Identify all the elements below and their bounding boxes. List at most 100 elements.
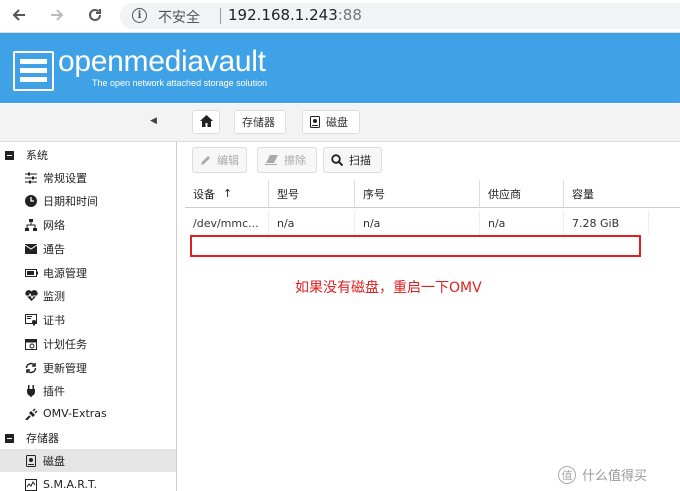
url-port: :88	[337, 6, 362, 24]
cell-device: /dev/mmc...	[185, 211, 269, 235]
cell-serial: n/a	[355, 211, 480, 235]
edit-button[interactable]: 编辑	[192, 147, 247, 173]
sidebar-item-network[interactable]: 网络	[0, 213, 176, 236]
network-icon	[24, 218, 38, 232]
search-icon	[331, 154, 343, 166]
sidebar-item-label: OMV-Extras	[43, 407, 107, 420]
sort-ascending-icon: ↑	[223, 187, 233, 200]
cell-model: n/a	[269, 211, 355, 235]
calendar-icon	[24, 337, 38, 351]
smart-icon	[24, 478, 38, 491]
back-arrow-icon[interactable]	[8, 4, 30, 26]
sliders-icon	[24, 171, 38, 185]
cell-vendor: n/a	[480, 211, 564, 235]
highlight-box	[190, 235, 641, 257]
sidebar-item-smart[interactable]: S.M.A.R.T.	[0, 473, 176, 491]
sidebar-item-label: 计划任务	[43, 337, 87, 351]
breadcrumb-disks-label: 磁盘	[326, 116, 348, 129]
app-name: openmediavault	[58, 45, 266, 78]
sidebar-item-certificates[interactable]: 证书	[0, 308, 176, 331]
column-header-serial[interactable]: 序号	[355, 180, 480, 208]
envelope-icon	[24, 242, 38, 256]
sidebar-item-label: 更新管理	[43, 361, 87, 375]
sidebar-item-label: S.M.A.R.T.	[43, 478, 97, 491]
collapse-icon[interactable]	[5, 433, 14, 443]
watermark-text: 什么值得买	[582, 469, 648, 484]
reload-icon[interactable]	[84, 4, 106, 26]
nav-group-label: 系统	[26, 149, 48, 162]
url-text[interactable]: 192.168.1.243:88	[228, 6, 362, 24]
app-header: openmediavault The open network attached…	[0, 33, 680, 103]
plug-icon	[24, 407, 38, 421]
info-icon[interactable]: i	[132, 8, 147, 23]
security-label[interactable]: 不安全	[158, 7, 200, 27]
sidebar-item-update-management[interactable]: 更新管理	[0, 356, 176, 379]
breadcrumb-disks[interactable]: 磁盘	[302, 110, 360, 134]
refresh-icon	[24, 361, 38, 375]
logo-icon	[13, 51, 54, 91]
sidebar-item-label: 插件	[43, 384, 65, 398]
column-header-label: 设备	[193, 187, 215, 201]
annotation-text: 如果没有磁盘，重启一下OMV	[295, 280, 482, 296]
sidebar-item-plugins[interactable]: 插件	[0, 379, 176, 402]
column-header-vendor[interactable]: 供应商	[480, 180, 564, 208]
sidebar-item-label: 常规设置	[43, 171, 87, 185]
divider	[220, 8, 221, 24]
scan-button[interactable]: 扫描	[323, 147, 382, 173]
sidebar-item-label: 通告	[43, 242, 65, 256]
disk-icon	[24, 454, 38, 468]
sidebar-item-notification[interactable]: 通告	[0, 237, 176, 260]
wipe-button-label: 擦除	[284, 154, 306, 167]
column-header-device[interactable]: 设备 ↑	[185, 180, 269, 208]
forward-arrow-icon[interactable]	[46, 4, 68, 26]
certificate-icon	[24, 313, 38, 327]
edit-button-label: 编辑	[217, 154, 239, 167]
breadcrumb-storage-label: 存储器	[242, 116, 275, 129]
column-header-label: 容量	[572, 187, 594, 201]
pencil-icon	[200, 154, 212, 166]
sidebar-item-label: 电源管理	[43, 266, 87, 280]
collapse-sidebar-icon[interactable]: ◀	[150, 116, 157, 126]
url-host: 192.168.1.243	[228, 6, 338, 24]
nav-group-label: 存储器	[26, 432, 59, 445]
heartbeat-icon	[24, 289, 38, 303]
collapse-icon[interactable]	[5, 150, 14, 160]
grid-toolbar: 编辑 擦除 扫描	[185, 147, 680, 175]
disk-icon	[310, 116, 320, 128]
nav-group-system[interactable]: 系统	[0, 144, 176, 166]
sidebar: 系统 常规设置 日期和时间 网络 通告 电源管理 监测 证书 计划任务 更新管理…	[0, 142, 177, 491]
sidebar-item-label: 网络	[43, 218, 65, 232]
sidebar-item-label: 磁盘	[43, 454, 65, 468]
watermark-logo-icon: 值	[558, 465, 576, 484]
sidebar-item-power-management[interactable]: 电源管理	[0, 261, 176, 284]
sidebar-item-label: 证书	[43, 313, 65, 327]
breadcrumb-storage[interactable]: 存储器	[234, 110, 286, 134]
home-icon	[199, 114, 213, 130]
column-header-model[interactable]: 型号	[269, 180, 355, 208]
scan-button-label: 扫描	[349, 154, 371, 167]
browser-toolbar: i 不安全 192.168.1.243:88	[0, 0, 680, 33]
wipe-button[interactable]: 擦除	[257, 147, 317, 173]
column-header-label: 型号	[277, 187, 299, 201]
home-button[interactable]	[192, 110, 220, 134]
clock-icon	[24, 194, 38, 208]
column-header-label: 序号	[363, 187, 385, 201]
sidebar-item-scheduled-jobs[interactable]: 计划任务	[0, 332, 176, 355]
breadcrumb-bar: ◀ 存储器 磁盘	[0, 104, 680, 142]
watermark: 值 什么值得买	[558, 465, 647, 484]
address-bar[interactable]: i 不安全 192.168.1.243:88	[120, 3, 680, 29]
battery-icon	[24, 266, 38, 280]
sidebar-item-date-time[interactable]: 日期和时间	[0, 189, 176, 212]
app-tagline: The open network attached storage soluti…	[92, 78, 268, 88]
plugin-icon	[24, 384, 38, 398]
column-header-capacity[interactable]: 容量	[564, 180, 680, 208]
nav-group-storage[interactable]: 存储器	[0, 427, 176, 449]
sidebar-item-label: 日期和时间	[43, 194, 98, 208]
cell-capacity: 7.28 GiB	[564, 211, 649, 235]
sidebar-item-omv-extras[interactable]: OMV-Extras	[0, 402, 176, 425]
sidebar-item-general-settings[interactable]: 常规设置	[0, 166, 176, 189]
sidebar-item-monitoring[interactable]: 监测	[0, 284, 176, 307]
sidebar-item-disks[interactable]: 磁盘	[0, 449, 176, 472]
sidebar-item-label: 监测	[43, 289, 65, 303]
column-header-label: 供应商	[488, 187, 521, 201]
